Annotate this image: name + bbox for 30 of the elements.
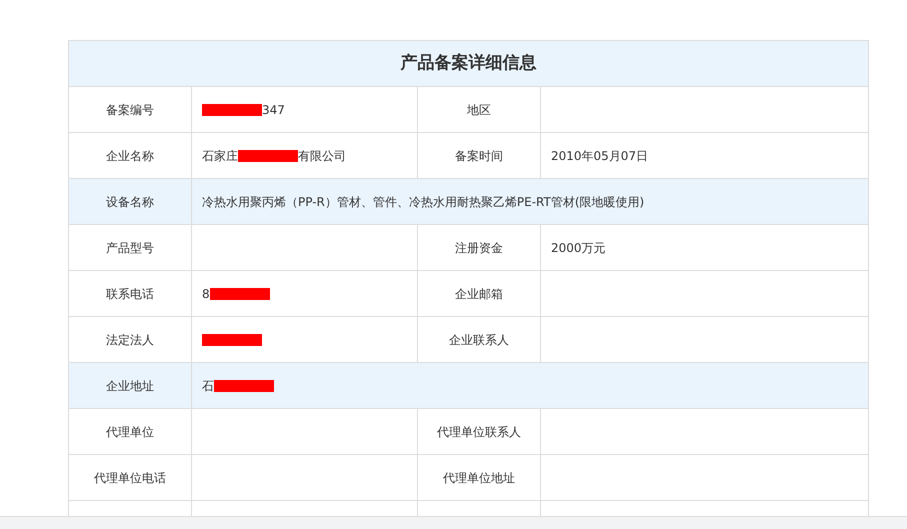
field-label: 企业邮箱 — [455, 286, 503, 302]
table-title: 产品备案详细信息 — [400, 52, 536, 75]
field-label: 联系电话 — [106, 286, 154, 302]
value-text: 347 — [262, 102, 285, 118]
field-label: 企业地址 — [106, 378, 154, 394]
redaction-bar — [202, 334, 262, 346]
field-label: 企业名称 — [106, 148, 154, 164]
value-text: 8 — [202, 286, 210, 302]
redaction-bar — [214, 380, 274, 392]
value-text: 石 — [202, 378, 214, 394]
redaction-bar — [202, 104, 262, 116]
value-text: 2000万元 — [551, 240, 606, 256]
field-label: 代理单位电话 — [94, 470, 166, 486]
field-label: 备案编号 — [106, 102, 154, 118]
field-label: 代理单位联系人 — [437, 424, 521, 440]
field-label: 产品型号 — [106, 240, 154, 256]
field-label: 企业联系人 — [449, 332, 509, 348]
redaction-bar — [238, 150, 298, 162]
field-label: 代理单位地址 — [443, 470, 515, 486]
field-label: 备案时间 — [455, 148, 503, 164]
field-label: 注册资金 — [455, 240, 503, 256]
field-label: 地区 — [467, 102, 491, 118]
value-text: 冷热水用聚丙烯（PP-R）管材、管件、冷热水用耐热聚乙烯PE-RT管材(限地暖使用) — [202, 194, 644, 210]
value-text: 有限公司 — [298, 148, 346, 164]
field-label: 代理单位 — [106, 424, 154, 440]
field-label: 法定法人 — [106, 332, 154, 348]
redaction-bar — [210, 288, 270, 300]
value-text: 石家庄 — [202, 148, 238, 164]
value-text: 2010年05月07日 — [551, 148, 648, 164]
field-label: 设备名称 — [106, 194, 154, 210]
